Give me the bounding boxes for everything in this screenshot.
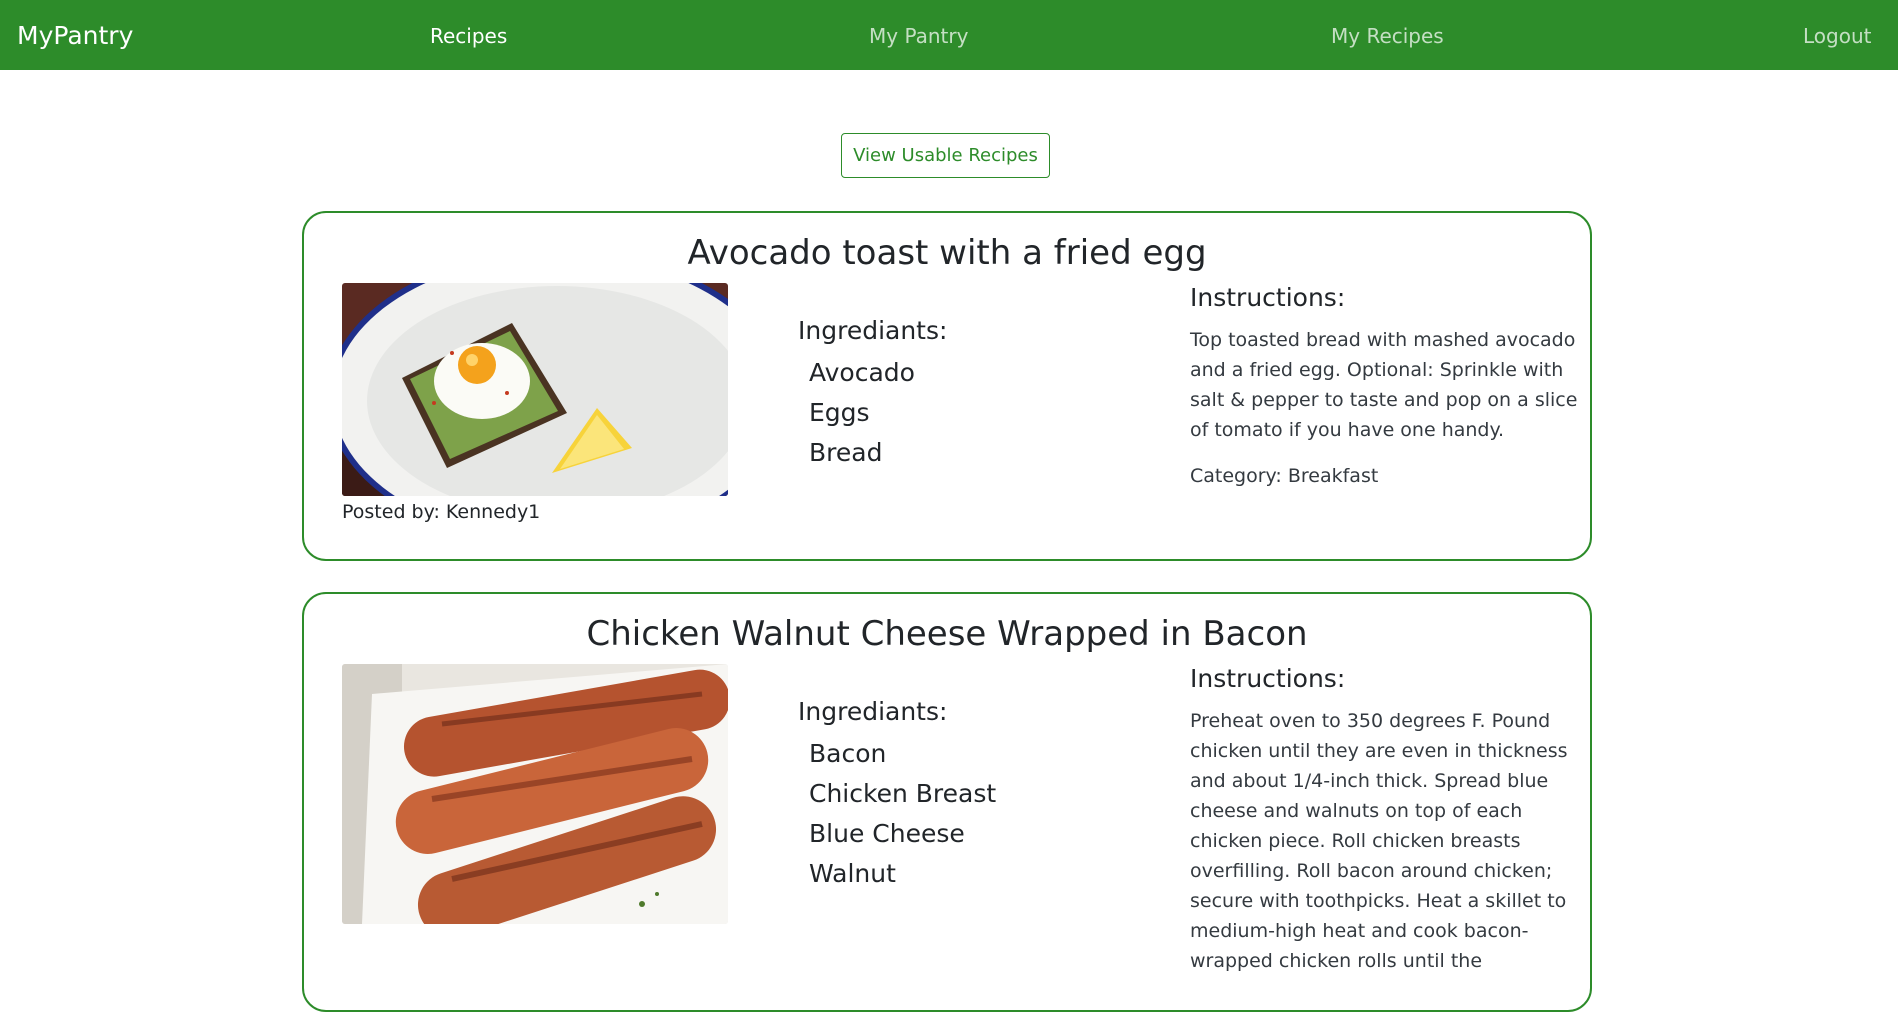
ingredients-heading: Ingrediants:: [798, 697, 948, 726]
recipe-image: [342, 664, 728, 924]
avocado-toast-image: [342, 283, 728, 496]
ingredients-list: Bacon Chicken Breast Blue Cheese Walnut: [809, 734, 996, 894]
view-usable-recipes-button[interactable]: View Usable Recipes: [841, 133, 1050, 178]
recipe-card: Avocado toast with a fried egg Posted by…: [302, 211, 1592, 561]
ingredients-list: Avocado Eggs Bread: [809, 353, 915, 473]
top-navbar: MyPantry Recipes My Pantry My Recipes Lo…: [0, 0, 1898, 70]
instructions-heading: Instructions:: [1190, 664, 1346, 693]
recipe-title: Chicken Walnut Cheese Wrapped in Bacon: [586, 614, 1308, 654]
nav-link-recipes[interactable]: Recipes: [430, 0, 507, 72]
ingredients-heading: Ingrediants:: [798, 316, 948, 345]
ingredient-item: Eggs: [809, 398, 870, 427]
nav-link-my-pantry[interactable]: My Pantry: [869, 0, 968, 72]
instructions-text: Preheat oven to 350 degrees F. Pound chi…: [1190, 710, 1568, 972]
ingredient-item: Bread: [809, 438, 883, 467]
ingredient-item: Bacon: [809, 739, 887, 768]
logout-link[interactable]: Logout: [1803, 0, 1871, 72]
recipe-title: Avocado toast with a fried egg: [687, 233, 1207, 273]
recipe-image: [342, 283, 728, 496]
ingredient-item: Avocado: [809, 358, 915, 387]
bacon-chicken-image: [342, 664, 728, 924]
instructions-text: Top toasted bread with mashed avocado an…: [1190, 329, 1578, 441]
ingredient-item: Walnut: [809, 859, 896, 888]
recipe-category: Category: Breakfast: [1190, 465, 1379, 487]
ingredient-item: Blue Cheese: [809, 819, 965, 848]
recipe-card: Chicken Walnut Cheese Wrapped in Bacon I…: [302, 592, 1592, 1012]
brand-logo-link[interactable]: MyPantry: [17, 0, 133, 72]
ingredient-item: Chicken Breast: [809, 779, 997, 808]
posted-by: Posted by: Kennedy1: [342, 501, 541, 523]
instructions-heading: Instructions:: [1190, 283, 1346, 312]
nav-link-my-recipes[interactable]: My Recipes: [1331, 0, 1444, 72]
